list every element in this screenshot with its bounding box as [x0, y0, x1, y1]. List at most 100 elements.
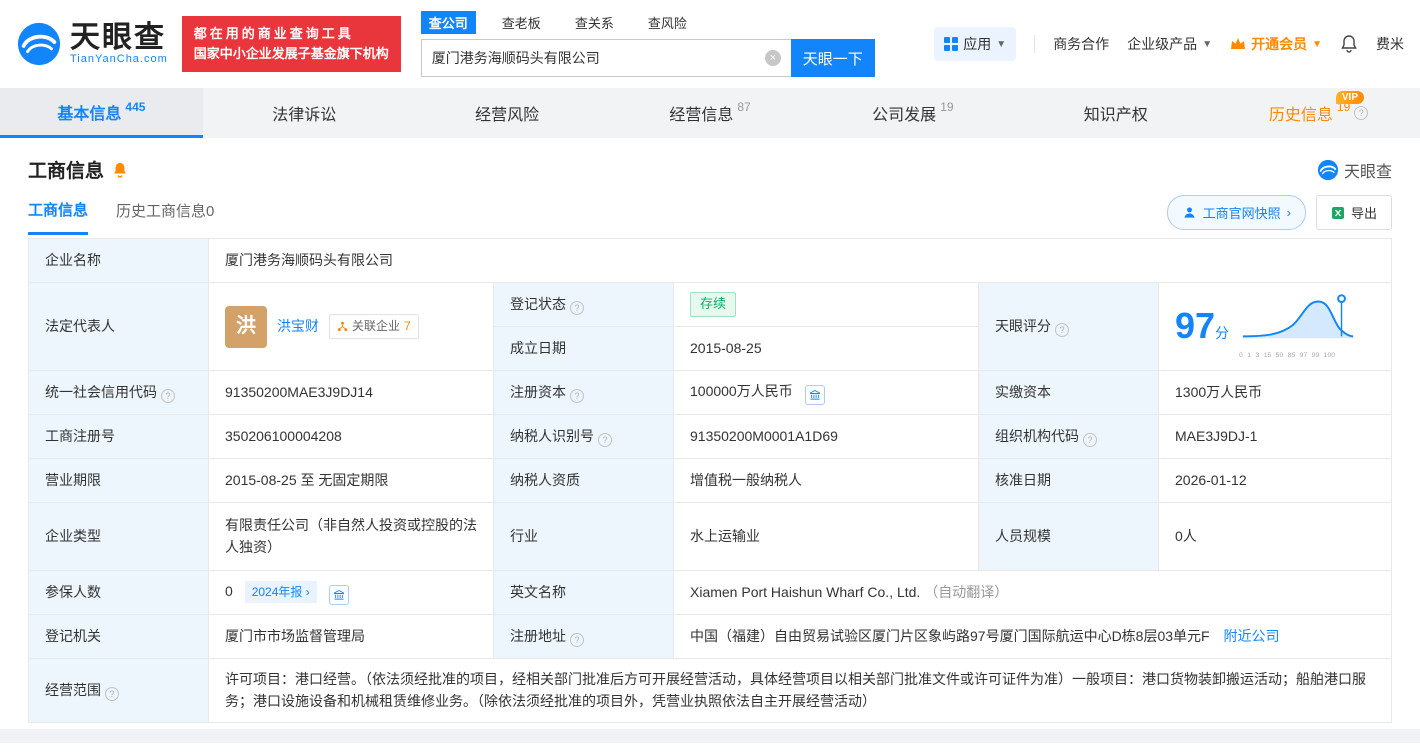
insured-history-icon[interactable] — [328, 584, 349, 605]
business-cooperation-link[interactable]: 商务合作 — [1053, 34, 1109, 54]
help-icon[interactable]: ? — [1354, 106, 1369, 120]
slogan-line2: 国家中小企业发展子基金旗下机构 — [193, 46, 389, 61]
tab-operational-risk[interactable]: 经营风险 — [406, 88, 609, 138]
tab-history-info[interactable]: VIP 历史信息 19 ? — [1217, 88, 1420, 138]
subtab-row: 工商信息 历史工商信息0 工商官网快照 › 导出 — [0, 189, 1420, 238]
slogan-banner: 都在用的商业查询工具 国家中小企业发展子基金旗下机构 — [181, 16, 401, 72]
page-footer-strip — [0, 729, 1420, 744]
user-menu[interactable]: 费米 — [1376, 34, 1404, 54]
slogan-line1: 都在用的商业查询工具 — [193, 26, 354, 41]
search-button[interactable]: 天眼一下 — [790, 39, 875, 77]
established-label: 成立日期 — [493, 326, 674, 372]
credit-code-value: 91350200MAE3J9DJ14 — [208, 370, 494, 416]
insured-value: 0 2024年报 › — [208, 570, 494, 616]
legal-rep-cell: 洪 洪宝财 关联企业 7 — [208, 281, 494, 372]
apps-grid-icon — [944, 37, 959, 51]
official-snapshot-button[interactable]: 工商官网快照 › — [1166, 195, 1306, 230]
help-icon[interactable]: ? — [161, 388, 175, 403]
annual-report-badge[interactable]: 2024年报 › — [244, 580, 317, 604]
help-icon[interactable]: ? — [570, 388, 584, 403]
legal-rep-name-link[interactable]: 洪宝财 — [277, 316, 319, 338]
divider — [1034, 35, 1036, 53]
table-row: 经营范围? 许可项目：港口经营。（依法须经批准的项目，经相关部门批准后方可开展经… — [28, 658, 1392, 724]
english-name-label: 英文名称 — [493, 570, 674, 616]
crown-icon — [1231, 38, 1246, 49]
business-term-value: 2015-08-25 至 无固定期限 — [208, 458, 494, 504]
section-header: 工商信息 天眼查 — [0, 138, 1420, 189]
company-type-label: 企业类型 — [28, 502, 209, 572]
reg-address-label: 注册地址? — [493, 614, 674, 660]
reg-number-value: 350206100004208 — [208, 414, 494, 460]
auto-translate-note: （自动翻译） — [924, 583, 1009, 600]
related-companies-badge[interactable]: 关联企业 7 — [329, 314, 419, 339]
subscribe-bell-icon[interactable] — [112, 161, 128, 179]
subtab-history-business-info[interactable]: 历史工商信息0 — [116, 200, 214, 233]
help-icon[interactable]: ? — [1055, 322, 1069, 337]
search-input[interactable] — [431, 50, 765, 66]
reg-authority-value: 厦门市市场监督管理局 — [208, 614, 494, 660]
notification-bell-icon[interactable] — [1340, 34, 1358, 54]
table-row: 统一社会信用代码? 91350200MAE3J9DJ14 注册资本? 10000… — [28, 370, 1392, 416]
industry-label: 行业 — [493, 502, 674, 572]
tianyancha-watermark: 天眼查 — [1317, 158, 1392, 182]
business-scope-value: 许可项目：港口经营。（依法须经批准的项目，经相关部门批准后方可开展经营活动，具体… — [208, 658, 1392, 724]
help-icon[interactable]: ? — [105, 686, 119, 701]
taxpayer-id-value: 91350200M0001A1D69 — [673, 414, 979, 460]
org-structure-icon — [337, 321, 348, 332]
clear-search-icon[interactable]: × — [764, 50, 781, 66]
search-tab-company[interactable]: 查公司 — [420, 11, 476, 34]
business-info-table: 企业名称 厦门港务海顺码头有限公司 法定代表人 洪 洪宝财 关联企业 7 登记状态… — [28, 238, 1392, 724]
reg-capital-label: 注册资本? — [493, 370, 674, 416]
score-value: 97 — [1175, 305, 1216, 347]
table-row: 登记机关 厦门市市场监督管理局 注册地址? 中国（福建）自由贸易试验区厦门片区象… — [28, 614, 1392, 660]
subtab-business-info[interactable]: 工商信息 — [28, 199, 89, 235]
legal-rep-label: 法定代表人 — [28, 281, 209, 372]
capital-history-icon[interactable] — [804, 384, 825, 405]
english-name-value: Xiamen Port Haishun Wharf Co., Ltd. （自动翻… — [673, 570, 1392, 616]
status-badge: 存续 — [690, 292, 737, 317]
main-tabbar: 基本信息 445 法律诉讼 经营风险 经营信息 87 公司发展 19 知识产权 VIP… — [0, 88, 1420, 138]
paid-capital-label: 实缴资本 — [978, 370, 1159, 416]
credit-code-label: 统一社会信用代码? — [28, 370, 209, 416]
business-scope-label: 经营范围? — [28, 658, 209, 724]
org-code-label: 组织机构代码? — [978, 414, 1159, 460]
table-row: 营业期限 2015-08-25 至 无固定期限 纳税人资质 增值税一般纳税人 核… — [28, 458, 1392, 504]
chevron-down-icon: ▼ — [1202, 38, 1213, 50]
search-tab-boss[interactable]: 查老板 — [494, 11, 549, 34]
open-vip-menu[interactable]: 开通会员 ▼ — [1230, 34, 1322, 54]
chevron-right-icon: › — [1286, 205, 1291, 220]
tab-intellectual-property[interactable]: 知识产权 — [1014, 88, 1217, 138]
reg-status-value: 存续 — [673, 281, 979, 328]
export-button[interactable]: 导出 — [1315, 195, 1392, 230]
approval-date-value: 2026-01-12 — [1158, 458, 1392, 504]
reg-capital-value: 100000万人民币 — [673, 370, 979, 416]
help-icon[interactable]: ? — [570, 300, 584, 315]
table-row: 法定代表人 洪 洪宝财 关联企业 7 登记状态? 存续 天眼评分? 97分 0 … — [28, 281, 1392, 372]
help-icon[interactable]: ? — [1083, 432, 1097, 447]
enterprise-products-menu[interactable]: 企业级产品 ▼ — [1127, 34, 1212, 54]
score-label: 天眼评分? — [978, 281, 1159, 372]
header: 天眼查 TianYanCha.com 都在用的商业查询工具 国家中小企业发展子基… — [0, 0, 1420, 88]
tianyancha-watermark-icon — [1317, 159, 1339, 180]
taxpayer-quality-label: 纳税人资质 — [493, 458, 674, 504]
staff-size-label: 人员规模 — [978, 502, 1159, 572]
reg-address-value: 中国（福建）自由贸易试验区厦门片区象屿路97号厦门国际航运中心D栋8层03单元F… — [673, 614, 1392, 660]
tab-basic-info[interactable]: 基本信息 445 — [0, 88, 203, 138]
score-cell: 97分 0 1 3 15 50 85 97 99 100 — [1158, 281, 1392, 372]
tab-business-info[interactable]: 经营信息 87 — [609, 88, 812, 138]
tab-company-development[interactable]: 公司发展 19 — [811, 88, 1014, 138]
legal-rep-avatar[interactable]: 洪 — [225, 305, 267, 348]
nearby-companies-link[interactable]: 附近公司 — [1223, 628, 1279, 644]
established-value: 2015-08-25 — [673, 326, 979, 372]
vip-badge: VIP — [1335, 91, 1365, 104]
tianyancha-logo[interactable]: 天眼查 TianYanCha.com — [16, 21, 168, 67]
search-tab-risk[interactable]: 查风险 — [640, 11, 695, 34]
search-tab-relation[interactable]: 查关系 — [567, 11, 622, 34]
section-title: 工商信息 — [28, 161, 105, 182]
staff-size-value: 0人 — [1158, 502, 1392, 572]
help-icon[interactable]: ? — [570, 632, 584, 647]
table-row: 企业名称 厦门港务海顺码头有限公司 — [28, 238, 1392, 283]
help-icon[interactable]: ? — [598, 432, 612, 447]
tab-legal-proceedings[interactable]: 法律诉讼 — [203, 88, 406, 138]
apps-menu[interactable]: 应用 ▼ — [934, 27, 1017, 61]
